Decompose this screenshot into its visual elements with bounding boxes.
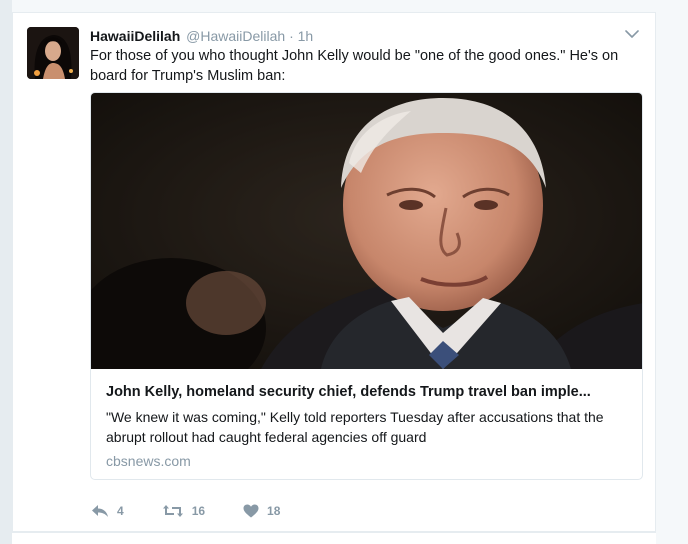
avatar-image [27, 27, 79, 79]
header-separator: · [289, 28, 294, 44]
chevron-down-icon[interactable] [623, 27, 641, 41]
article-photo [91, 93, 642, 369]
reply-button[interactable]: 4 [91, 504, 124, 518]
tweet-header: HawaiiDelilah @HawaiiDelilah · 1h [90, 26, 313, 46]
display-name[interactable]: HawaiiDelilah [90, 28, 180, 44]
heart-icon [243, 504, 259, 518]
like-button[interactable]: 18 [243, 504, 280, 518]
link-preview-card[interactable]: John Kelly, homeland security chief, def… [90, 92, 643, 480]
link-card-domain: cbsnews.com [106, 453, 191, 469]
reply-icon [92, 505, 108, 517]
page-left-edge [0, 0, 12, 544]
avatar[interactable] [27, 27, 79, 79]
page-right-strip [656, 0, 688, 544]
next-tweet-edge [12, 532, 656, 544]
retweet-icon [162, 505, 183, 517]
reply-count: 4 [117, 504, 124, 518]
tweet-timestamp[interactable]: 1h [298, 28, 314, 44]
like-count: 18 [267, 504, 281, 518]
tweet-actions: 4 16 18 [91, 501, 318, 521]
retweet-count: 16 [191, 504, 206, 518]
retweet-button[interactable]: 16 [162, 504, 205, 518]
link-card-body: John Kelly, homeland security chief, def… [91, 369, 642, 479]
user-handle[interactable]: @HawaiiDelilah [186, 28, 285, 44]
link-card-description: "We knew it was coming," Kelly told repo… [106, 409, 604, 445]
tweet-card[interactable]: HawaiiDelilah @HawaiiDelilah · 1h For th… [12, 12, 656, 532]
link-card-title[interactable]: John Kelly, homeland security chief, def… [106, 382, 629, 402]
tweet-text: For those of you who thought John Kelly … [90, 48, 619, 84]
